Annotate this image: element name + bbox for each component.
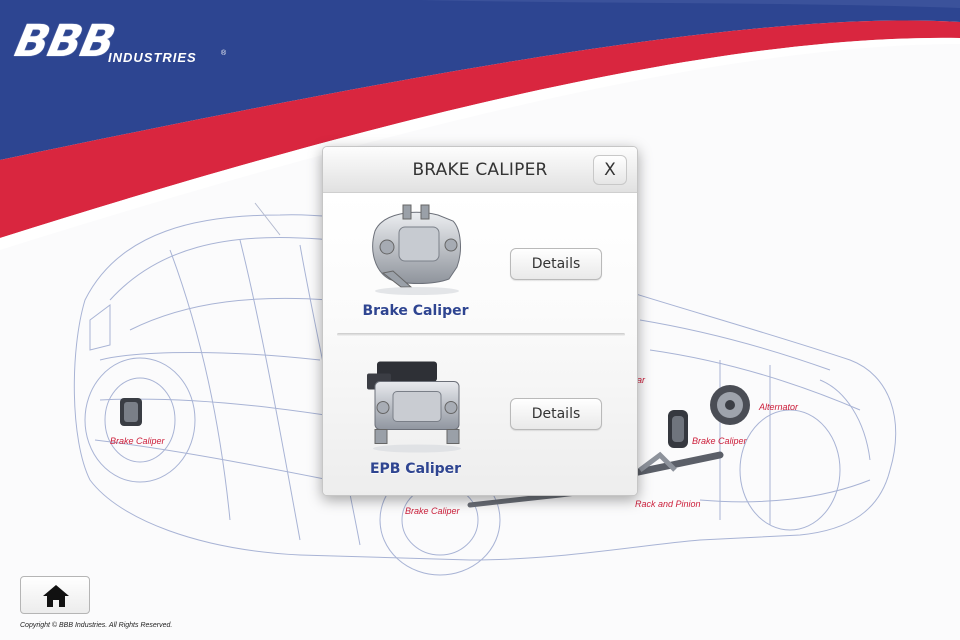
app-screen: BBB INDUSTRIES ® Brake Caliper Brake Cal… — [0, 0, 960, 640]
label-rack-and-pinion[interactable]: Rack and Pinion — [635, 499, 701, 509]
logo-sub-text: INDUSTRIES — [108, 50, 197, 65]
home-button[interactable] — [20, 576, 90, 614]
label-partially-hidden[interactable]: ar — [637, 375, 645, 385]
close-button[interactable]: X — [593, 155, 627, 185]
details-button-brake-caliper[interactable]: Details — [510, 248, 602, 280]
item-label-brake-caliper[interactable]: Brake Caliper — [333, 303, 498, 319]
modal-header: BRAKE CALIPER X — [323, 147, 637, 193]
item-divider — [337, 333, 625, 336]
modal-title: BRAKE CALIPER — [412, 160, 548, 180]
modal-body: Brake Caliper Details EPB Caliper Detail… — [323, 193, 637, 495]
brake-caliper-modal: BRAKE CALIPER X Brake Caliper Details EP… — [322, 146, 638, 496]
epb-caliper-icon[interactable] — [353, 355, 478, 455]
car-part-rear-caliper-image — [120, 398, 142, 426]
label-alternator[interactable]: Alternator — [759, 402, 798, 412]
details-button-epb-caliper[interactable]: Details — [510, 398, 602, 430]
car-part-alternator-image — [710, 385, 750, 425]
brake-caliper-icon[interactable] — [353, 201, 478, 296]
home-icon — [43, 585, 69, 607]
product-item-epb-caliper: EPB Caliper Details — [323, 343, 637, 485]
label-brake-caliper-center[interactable]: Brake Caliper — [405, 506, 460, 516]
car-part-front-caliper-image — [668, 410, 688, 448]
label-brake-caliper-front[interactable]: Brake Caliper — [692, 436, 747, 446]
product-item-brake-caliper: Brake Caliper Details — [323, 193, 637, 336]
logo-main-text: BBB — [10, 16, 120, 67]
item-label-epb-caliper[interactable]: EPB Caliper — [333, 461, 498, 477]
logo-registered-mark: ® — [221, 50, 227, 57]
copyright-text: Copyright © BBB Industries. All Rights R… — [20, 622, 173, 629]
bbb-industries-logo: BBB INDUSTRIES ® — [11, 16, 231, 72]
label-brake-caliper-rear[interactable]: Brake Caliper — [110, 436, 165, 446]
